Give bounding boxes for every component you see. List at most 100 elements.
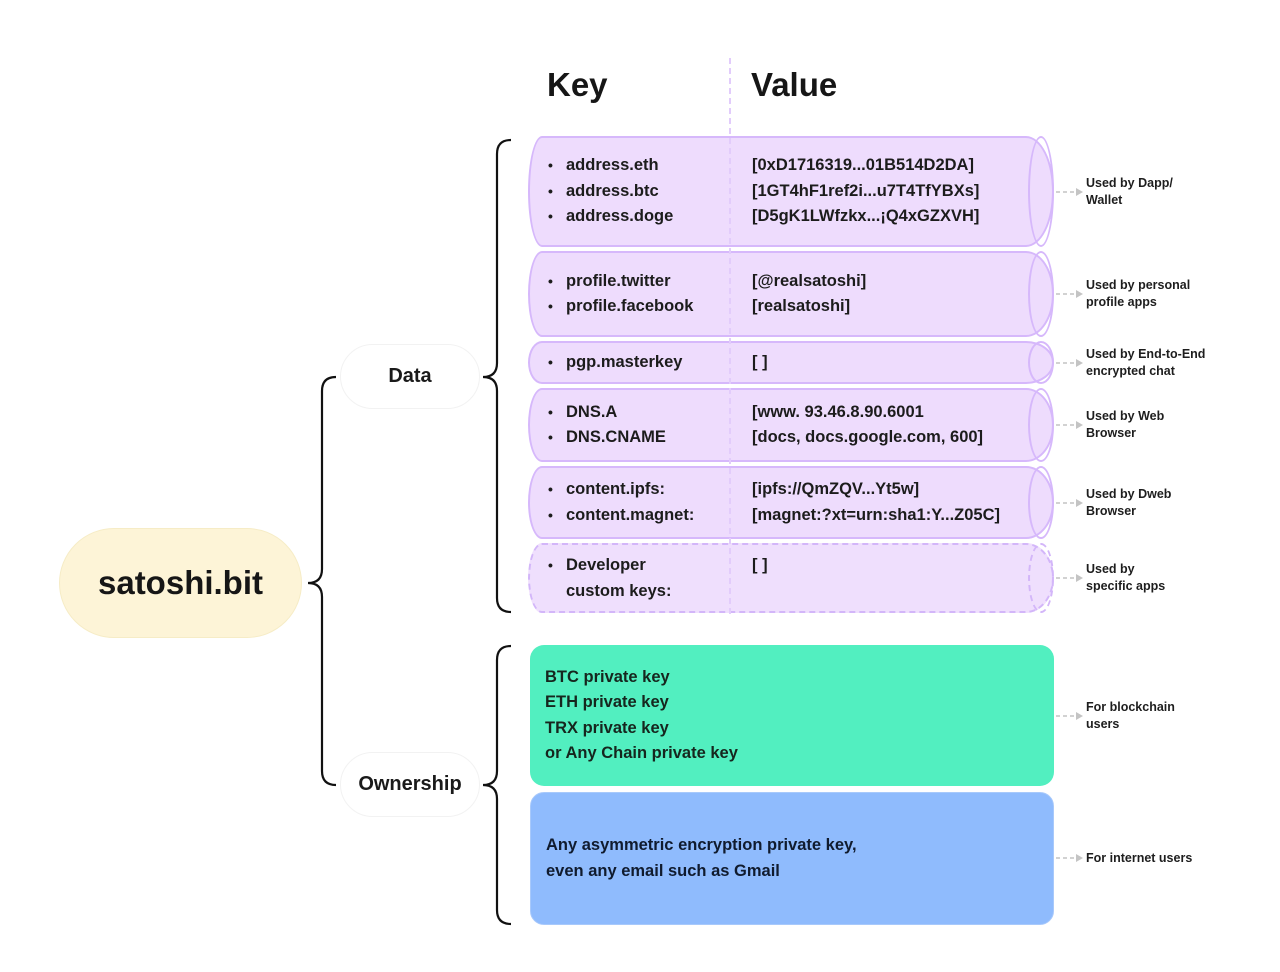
key-list: • profile.twitter • profile.facebook bbox=[528, 269, 728, 320]
record-key-text: pgp.masterkey bbox=[566, 352, 683, 371]
record-value: [ ] bbox=[752, 556, 768, 574]
usage-note-line: Used by bbox=[1086, 562, 1135, 576]
data-record-cylinder: • content.ipfs: • content.magnet: [ipfs://Qm… bbox=[528, 466, 1054, 539]
cylinder-content: • profile.twitter • profile.facebook [@reals… bbox=[528, 251, 1054, 337]
value-list: [ ] bbox=[728, 553, 768, 579]
bullet-icon: • bbox=[548, 429, 553, 445]
data-record-cylinder: • DNS.A • DNS.CNAME [www. 93.46.8.90.6001 [do… bbox=[528, 388, 1054, 462]
data-record-cylinder: • pgp.masterkey [ ] bbox=[528, 341, 1054, 384]
usage-note-line: For internet users bbox=[1086, 851, 1193, 865]
usage-note-line: Used by Dweb bbox=[1086, 486, 1172, 501]
record-key: • address.btc bbox=[548, 179, 728, 205]
cylinder-content: • content.ipfs: • content.magnet: [ipfs://Qm… bbox=[528, 466, 1054, 539]
key-list: • pgp.masterkey bbox=[528, 350, 728, 376]
branch-label-ownership: Ownership bbox=[358, 773, 462, 795]
usage-note-internet: For internet users bbox=[1086, 850, 1192, 867]
usage-note-line: Used by End-to-End bbox=[1086, 346, 1206, 361]
ownership-line: TRX private key bbox=[545, 718, 669, 737]
record-key: • Developer bbox=[548, 553, 728, 579]
record-key-text: content.ipfs: bbox=[566, 480, 665, 498]
key-value-divider bbox=[729, 58, 731, 614]
record-value: [ipfs://QmZQV...Yt5w] bbox=[752, 480, 920, 498]
record-value: [@realsatoshi] bbox=[752, 271, 867, 290]
key-list: • content.ipfs: • content.magnet: bbox=[528, 477, 728, 528]
usage-note-blockchain: For blockchain users bbox=[1086, 699, 1175, 733]
record-value: [realsatoshi] bbox=[752, 297, 851, 315]
record-key: • DNS.CNAME bbox=[548, 425, 728, 451]
key-list: • DNS.A • DNS.CNAME bbox=[528, 400, 728, 451]
record-key-text: content.magnet: bbox=[566, 505, 695, 524]
record-key: • profile.facebook bbox=[548, 294, 728, 320]
record-key: • content.ipfs: bbox=[548, 477, 728, 503]
record-key-text: custom keys: bbox=[566, 581, 672, 600]
key-list: • address.eth • address.btc • address.doge bbox=[528, 153, 728, 230]
record-key-text: profile.facebook bbox=[566, 297, 694, 315]
root-brace bbox=[307, 375, 337, 787]
branch-label-data: Data bbox=[388, 365, 432, 387]
usage-note-line: users bbox=[1086, 717, 1120, 731]
ownership-line: even any email such as Gmail bbox=[546, 861, 780, 880]
usage-note-line: Browser bbox=[1086, 503, 1137, 518]
arrow-icon bbox=[1056, 290, 1083, 298]
record-key: custom keys: bbox=[548, 579, 728, 605]
record-key: • pgp.masterkey bbox=[548, 350, 728, 376]
data-brace bbox=[482, 138, 512, 614]
record-value: [www. 93.46.8.90.6001 bbox=[752, 402, 924, 421]
usage-note-line: specific apps bbox=[1086, 579, 1166, 593]
root-node: satoshi.bit bbox=[59, 528, 302, 638]
bullet-icon: • bbox=[548, 157, 553, 174]
key-list: • Developer custom keys: bbox=[528, 553, 728, 604]
arrow-icon bbox=[1056, 498, 1083, 507]
data-record-cylinder: • Developer custom keys: [ ] bbox=[528, 543, 1054, 613]
usage-note-line: Used by Dapp/ bbox=[1086, 175, 1173, 190]
record-value: [docs, docs.google.com, 600] bbox=[752, 428, 984, 446]
record-key: • DNS.A bbox=[548, 400, 728, 426]
value-column-header: Value bbox=[751, 66, 838, 103]
cylinder-content: • DNS.A • DNS.CNAME [www. 93.46.8.90.6001 [do… bbox=[528, 388, 1054, 462]
record-key-text: address.btc bbox=[566, 181, 659, 200]
record-key: • profile.twitter bbox=[548, 269, 728, 295]
arrow-icon bbox=[1056, 187, 1083, 196]
value-list: [ ] bbox=[728, 350, 768, 376]
cylinder-content: • pgp.masterkey [ ] bbox=[528, 341, 1054, 384]
data-record-cylinder: • profile.twitter • profile.facebook [@reals… bbox=[528, 251, 1054, 337]
record-key: • content.magnet: bbox=[548, 503, 728, 529]
usage-note: Used by personal profile apps bbox=[1086, 277, 1190, 311]
ownership-line: BTC private key bbox=[545, 667, 670, 686]
usage-note-line: Used by personal bbox=[1086, 278, 1191, 292]
record-value: [1GT4hF1ref2i...u7T4TfYBXs] bbox=[752, 181, 980, 200]
bullet-icon: • bbox=[548, 481, 553, 497]
bullet-icon: • bbox=[548, 182, 553, 199]
usage-note-line: For blockchain bbox=[1086, 700, 1175, 714]
record-value: [D5gK1LWfzkx...¡Q4xGZXVH] bbox=[752, 207, 980, 226]
record-key-text: DNS.A bbox=[566, 402, 618, 421]
record-key: • address.doge bbox=[548, 204, 728, 230]
root-label: satoshi.bit bbox=[97, 564, 264, 601]
record-value: [0xD1716319...01B514D2DA] bbox=[752, 156, 974, 175]
ownership-box-internet: Any asymmetric encryption private key, e… bbox=[530, 792, 1054, 925]
record-key-text: Developer bbox=[566, 556, 646, 574]
branch-node-data: Data bbox=[340, 344, 480, 409]
bullet-icon: • bbox=[548, 403, 553, 420]
record-value: [magnet:?xt=urn:sha1:Y...Z05C] bbox=[752, 505, 1000, 524]
value-list: [@realsatoshi] [realsatoshi] bbox=[728, 269, 866, 320]
usage-note-line: encrypted chat bbox=[1086, 363, 1175, 378]
record-key-text: address.doge bbox=[566, 207, 674, 226]
bullet-icon: • bbox=[548, 353, 553, 370]
ownership-line: Any asymmetric encryption private key, bbox=[546, 836, 857, 854]
ownership-box-blockchain: BTC private key ETH private key TRX priv… bbox=[530, 645, 1054, 786]
bullet-icon: • bbox=[548, 506, 553, 523]
data-record-cylinder: • address.eth • address.btc • address.doge [0x… bbox=[528, 136, 1054, 247]
record-key-text: DNS.CNAME bbox=[566, 428, 666, 446]
arrow-icon bbox=[1056, 854, 1083, 862]
usage-note-line: Browser bbox=[1086, 426, 1137, 440]
arrow-icon bbox=[1056, 421, 1083, 429]
record-value: [ ] bbox=[752, 352, 768, 371]
value-list: [0xD1716319...01B514D2DA] [1GT4hF1ref2i..… bbox=[728, 153, 979, 230]
usage-note-line: profile apps bbox=[1086, 295, 1157, 309]
value-list: [www. 93.46.8.90.6001 [docs, docs.google.… bbox=[728, 400, 983, 451]
usage-note: Used by Dapp/Wallet bbox=[1086, 175, 1173, 209]
bullet-icon: • bbox=[548, 298, 553, 314]
record-key-text: profile.twitter bbox=[566, 271, 671, 290]
ownership-line: or Any Chain private key bbox=[545, 744, 738, 762]
